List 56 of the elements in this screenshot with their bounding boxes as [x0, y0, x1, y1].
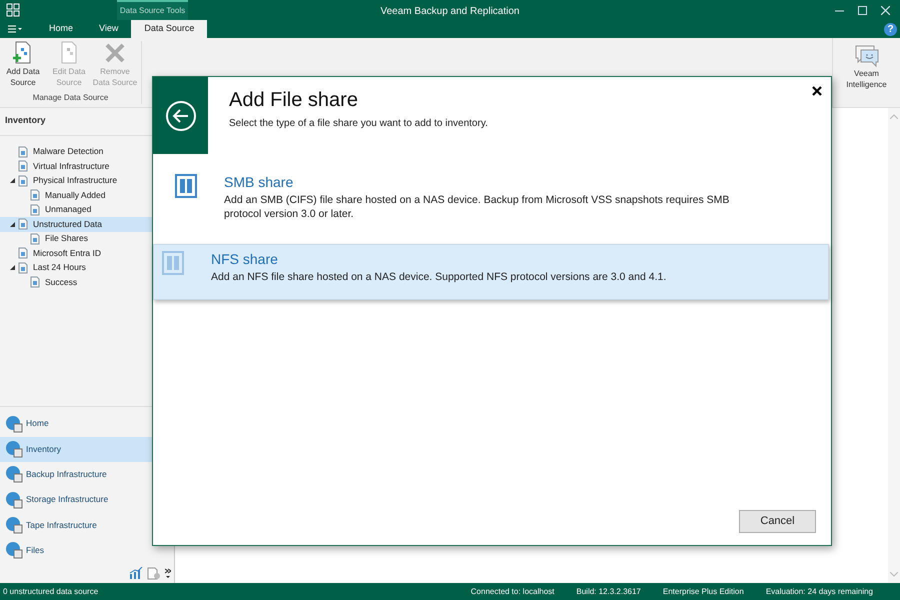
share-option[interactable]: NFS share Add an NFS file share hosted on a NAS device. Supported NFS protocol versions are 3.0 and 4.1.	[153, 244, 829, 300]
globe-icon	[5, 440, 23, 458]
app-logo-icon	[6, 3, 20, 17]
veeam-intelligence-button[interactable]: Veeam Intelligence	[842, 44, 892, 90]
tree-item[interactable]: Malware Detection	[0, 144, 174, 159]
node-icon	[17, 160, 29, 172]
globe-icon	[5, 414, 23, 433]
tree-item[interactable]: Virtual Infrastructure	[0, 159, 174, 174]
back-icon[interactable]	[164, 100, 196, 132]
option-title: SMB share	[224, 174, 294, 191]
status-text: Enterprise Plus Edition	[662, 586, 744, 598]
dialog-title: Add File share	[229, 88, 359, 112]
nav-item[interactable]: Tape Infrastructure	[0, 512, 174, 538]
nav-item[interactable]: Files	[0, 538, 174, 563]
ribbon-group-label: Manage Data Source	[32, 92, 110, 104]
node-icon	[17, 218, 29, 230]
node-icon	[29, 204, 41, 216]
status-text: Connected to: localhost	[470, 586, 554, 598]
nav-item[interactable]: Home	[0, 411, 174, 437]
nav-item[interactable]: Storage Infrastructure	[0, 487, 174, 512]
globe-icon	[5, 490, 23, 509]
ribbon-tab[interactable]: Data Source	[131, 20, 208, 38]
node-icon	[29, 189, 41, 202]
status-text: Build: 12.3.2.3617	[576, 586, 641, 598]
node-icon	[17, 247, 29, 260]
tree-item[interactable]: File Shares	[0, 232, 174, 246]
close-icon[interactable]	[812, 86, 822, 96]
dialog-subtitle: Select the type of a file share you want to add to inventory.	[229, 117, 489, 131]
option-title: NFS share	[211, 251, 279, 268]
option-description: Add an NFS file share hosted on a NAS device. Supported NFS protocol versions are 3.0 and 4.1.	[211, 270, 668, 284]
node-icon	[17, 174, 29, 187]
globe-icon	[5, 541, 23, 560]
status-text: 0 unstructured data source	[2, 586, 100, 598]
option-description: Add an SMB (CIFS) file share hosted on a NAS device. Backup from Microsoft VSS snapshots requires SMB protocol version 3.0 or later.	[224, 193, 730, 221]
chart-icon[interactable]	[129, 567, 143, 579]
menu-icon[interactable]	[8, 25, 22, 33]
window-title: Veeam Backup and Replication	[380, 5, 520, 19]
ribbon-button[interactable]: Add Data Source	[0, 41, 46, 92]
share-icon	[162, 251, 184, 275]
cancel-button[interactable]: Cancel	[739, 510, 816, 533]
node-icon	[29, 232, 41, 245]
cross-icon	[103, 41, 127, 65]
status-text: Evaluation: 24 days remaining	[766, 586, 873, 598]
globe-icon	[5, 516, 23, 534]
nav-item[interactable]: Backup Infrastructure	[0, 462, 174, 488]
node-icon	[17, 262, 29, 274]
chat-icon	[854, 44, 880, 68]
node-icon	[29, 276, 41, 288]
context-tab-label: Data Source Tools	[117, 0, 188, 20]
maximize-icon[interactable]	[858, 6, 867, 14]
globe-icon	[5, 465, 23, 484]
ribbon-tab[interactable]: View	[86, 20, 132, 38]
node-icon	[17, 146, 29, 158]
chevron-icon[interactable]	[165, 568, 171, 578]
share-icon	[175, 174, 197, 198]
ribbon-tab[interactable]: Home	[36, 20, 86, 38]
